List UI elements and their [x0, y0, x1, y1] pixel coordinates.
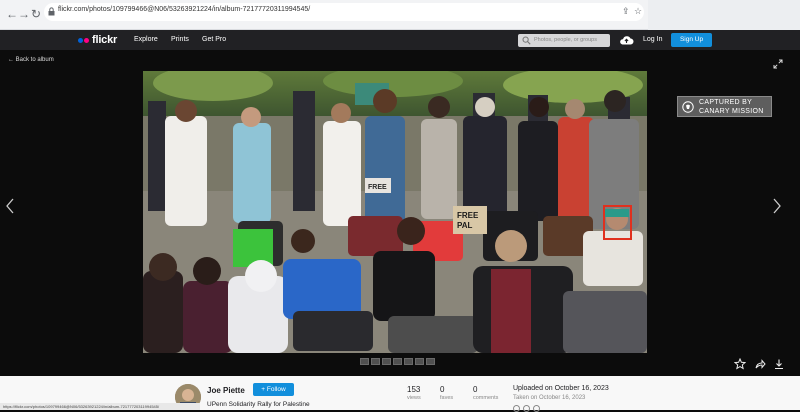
thumbnail[interactable]: [426, 358, 435, 365]
search-input[interactable]: Photos, people, or groups: [518, 34, 610, 47]
uploaded-date: Uploaded on October 16, 2023: [513, 385, 609, 392]
signup-button[interactable]: Sign Up: [671, 33, 712, 47]
svg-text:FREE: FREE: [368, 184, 387, 191]
thumbnail[interactable]: [404, 358, 413, 365]
lock-icon: [48, 7, 55, 16]
views-label: views: [407, 395, 421, 401]
album-thumbnails: [360, 358, 435, 365]
next-photo-icon[interactable]: [772, 197, 782, 215]
browser-toolbar-right: [648, 0, 800, 30]
taken-date: Taken on October 16, 2023: [513, 395, 586, 401]
protest-crowd-photo: FREE PAL FREE: [143, 71, 647, 353]
logo-blue-dot-icon: [78, 37, 83, 43]
url-text: flickr.com/photos/109799466@N06/53263921…: [58, 6, 311, 13]
license-cc-icon[interactable]: [513, 405, 520, 412]
previous-photo-icon[interactable]: [5, 197, 15, 215]
nav-explore[interactable]: Explore: [134, 36, 158, 43]
faves-count: 0: [440, 385, 445, 394]
views-count: 153: [407, 385, 421, 394]
license-by-icon[interactable]: [523, 405, 530, 412]
license-icons: [513, 405, 540, 412]
main-photo: FREE PAL FREE: [143, 71, 647, 353]
upload-cloud-icon[interactable]: [619, 35, 634, 45]
bookmark-star-icon[interactable]: ☆: [634, 6, 642, 17]
logo-pink-dot-icon: [84, 37, 89, 43]
author-name[interactable]: Joe Piette: [207, 386, 245, 395]
thumbnail[interactable]: [382, 358, 391, 365]
canary-mission-watermark: CAPTURED BY CANARY MISSION: [677, 96, 772, 117]
search-placeholder: Photos, people, or groups: [534, 37, 597, 43]
comments-label: comments: [473, 395, 499, 401]
license-nc-icon[interactable]: [533, 405, 540, 412]
thumbnail[interactable]: [371, 358, 380, 365]
svg-text:FREE: FREE: [457, 211, 479, 220]
logo-text: flickr: [92, 34, 118, 46]
login-link[interactable]: Log In: [643, 36, 662, 43]
download-icon[interactable]: [773, 358, 785, 370]
forward-arrow-icon[interactable]: →: [18, 7, 30, 21]
photo-title: UPenn Solidarity Rally for Palestine: [207, 401, 310, 408]
back-arrow-icon[interactable]: ←: [6, 7, 18, 21]
share-arrow-icon[interactable]: [754, 358, 766, 370]
back-to-album-label: Back to album: [15, 57, 54, 63]
fave-star-icon[interactable]: [734, 358, 746, 370]
nav-get-pro[interactable]: Get Pro: [202, 36, 226, 43]
watermark-line-2: CANARY MISSION: [699, 108, 764, 115]
watermark-logo-icon: [682, 101, 694, 113]
browser-toolbar: ← → ↻ flickr.com/photos/109799466@N06/53…: [0, 0, 800, 30]
status-bar-url: https://flickr.com/photos/109799466@N06/…: [0, 403, 200, 410]
thumbnail[interactable]: [393, 358, 402, 365]
flickr-logo[interactable]: flickr: [78, 34, 117, 46]
address-bar[interactable]: flickr.com/photos/109799466@N06/53263921…: [44, 3, 644, 21]
thumbnail[interactable]: [415, 358, 424, 365]
share-icon[interactable]: ⇪: [622, 6, 630, 17]
nav-prints[interactable]: Prints: [171, 36, 189, 43]
watermark-line-1: CAPTURED BY: [699, 99, 753, 106]
search-icon: [522, 36, 531, 45]
reload-icon[interactable]: ↻: [31, 7, 41, 21]
thumbnail[interactable]: [360, 358, 369, 365]
follow-button[interactable]: + Follow: [253, 383, 294, 396]
faves-label: faves: [440, 395, 454, 401]
back-to-album-link[interactable]: ← Back to album: [8, 57, 54, 63]
svg-text:PAL: PAL: [457, 221, 473, 230]
fullscreen-icon[interactable]: [773, 59, 783, 69]
comments-count: 0: [473, 385, 478, 394]
